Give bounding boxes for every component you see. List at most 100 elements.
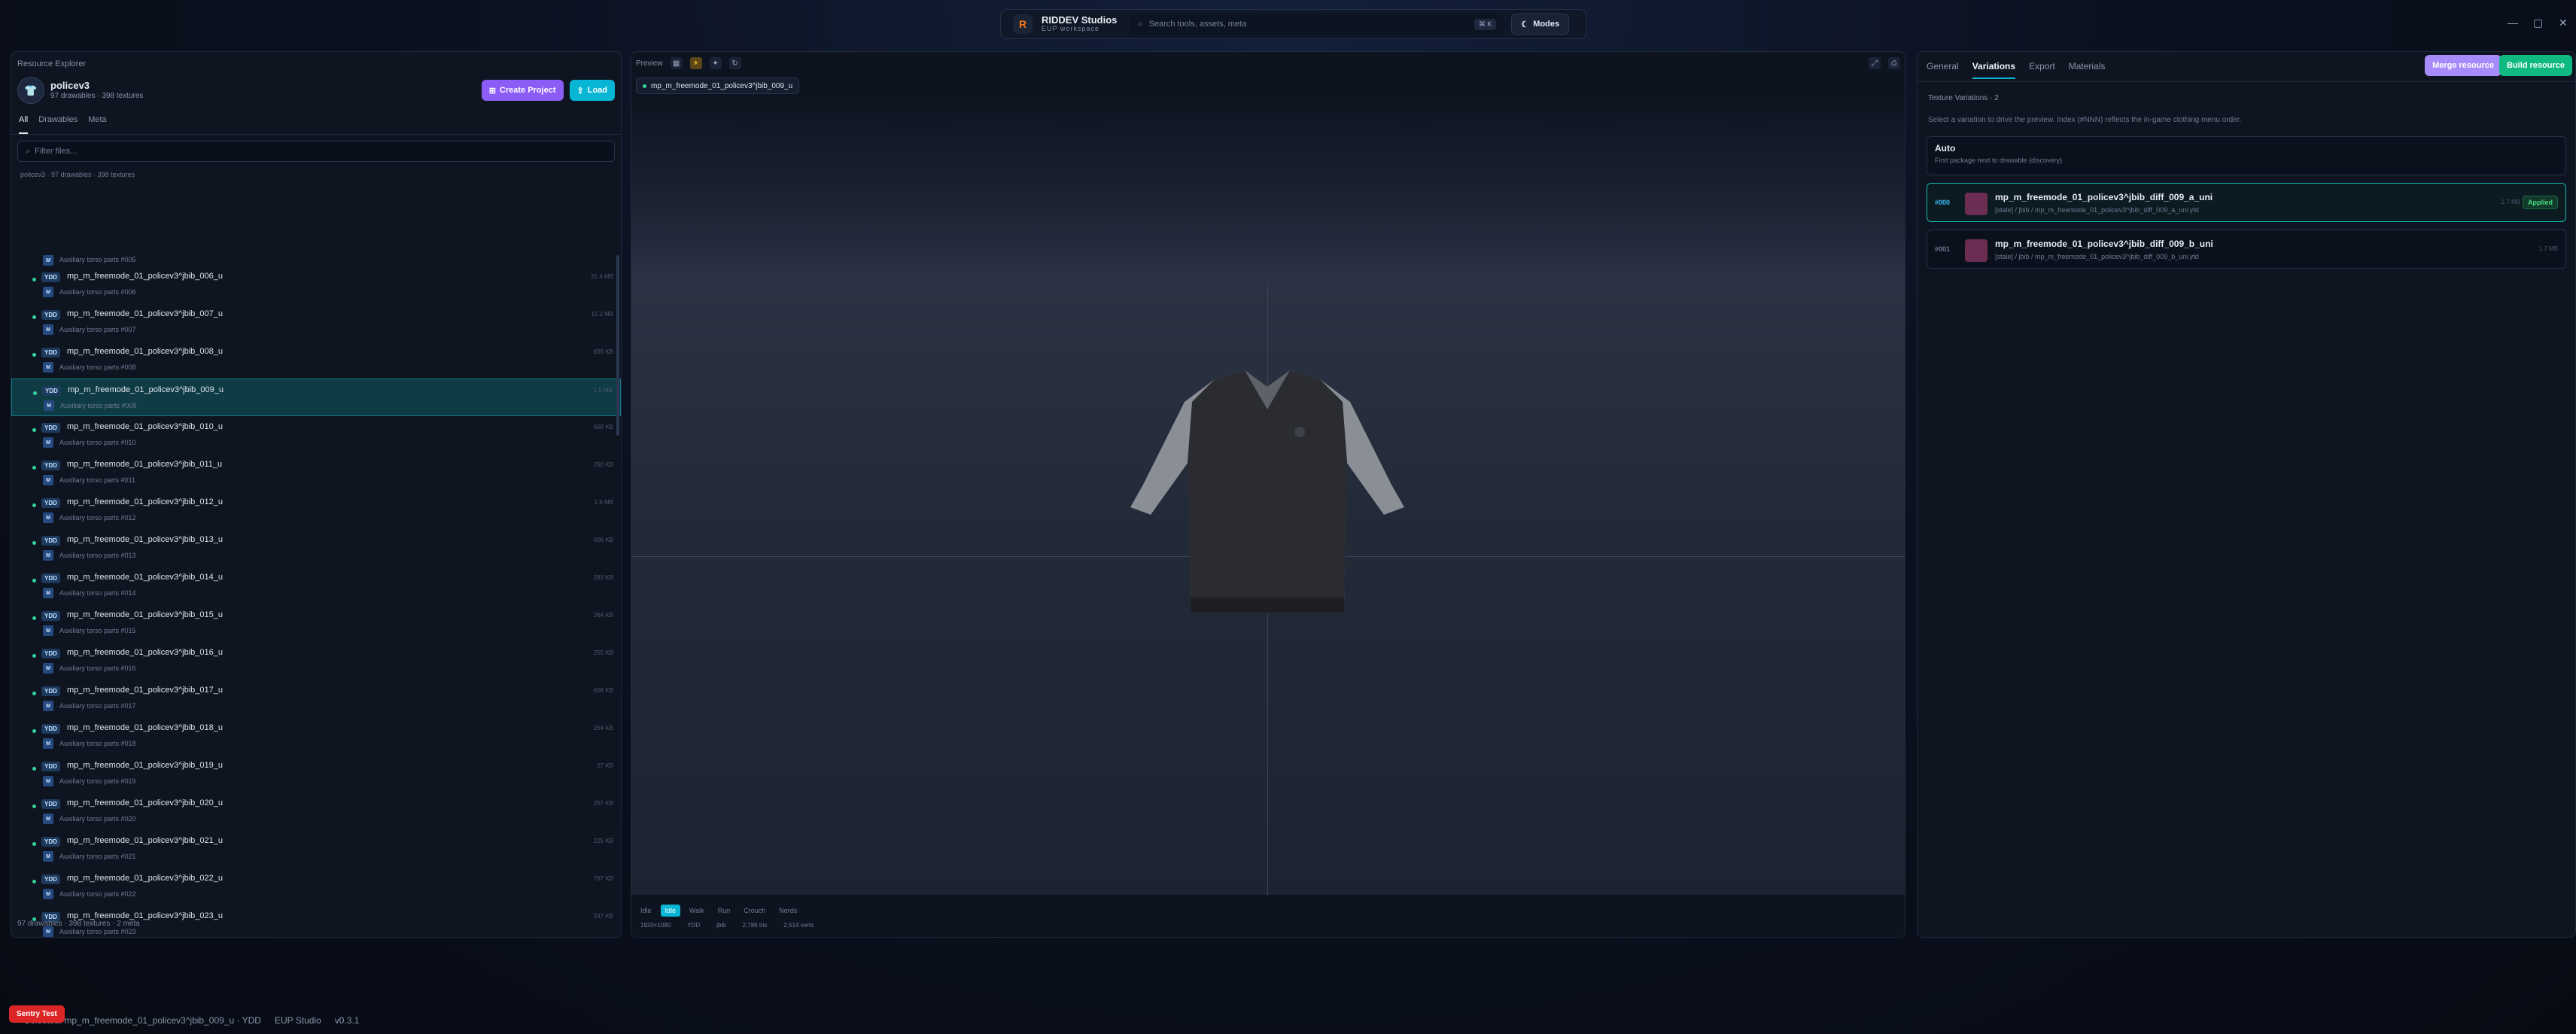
meta-icon: M	[43, 550, 53, 561]
variation-item[interactable]: #001 mp_m_freemode_01_policev3^jbib_diff…	[1927, 230, 2566, 269]
file-size: 1.5 MB	[593, 387, 613, 394]
variation-size: 1.7 MB	[2501, 199, 2520, 205]
fullscreen-icon[interactable]: ⤢	[1869, 57, 1881, 69]
merge-resource-button[interactable]: Merge resource	[2425, 55, 2501, 76]
row-subtitle: Auxiliary torso parts #011	[59, 476, 135, 484]
package-meta: 97 drawables · 398 textures	[50, 91, 144, 100]
row-subtitle: Auxiliary torso parts #016	[59, 664, 136, 672]
screenshot-icon[interactable]: ⎙	[1888, 57, 1900, 69]
minimize-icon[interactable]: —	[2508, 17, 2518, 29]
sentry-test-button[interactable]: Sentry Test	[9, 1005, 65, 1023]
scrollbar[interactable]	[616, 255, 619, 436]
list-item[interactable]: YDD mp_m_freemode_01_policev3^jbib_018_u M…	[11, 717, 621, 755]
file-name: mp_m_freemode_01_policev3^jbib_006_u	[67, 272, 223, 281]
meta-icon: M	[43, 287, 53, 297]
file-name: mp_m_freemode_01_policev3^jbib_015_u	[67, 610, 223, 619]
meta-icon: M	[43, 701, 53, 711]
refresh-icon[interactable]: ↻	[728, 57, 741, 69]
file-size: 15.2 MB	[591, 311, 613, 318]
list-item[interactable]: YDD mp_m_freemode_01_policev3^jbib_019_u M…	[11, 755, 621, 792]
file-name: mp_m_freemode_01_policev3^jbib_011_u	[67, 460, 223, 469]
wand-icon[interactable]: ✦	[709, 57, 722, 69]
tab-general[interactable]: General	[1927, 61, 1959, 71]
tab-all[interactable]: All	[19, 115, 29, 134]
list-item[interactable]: YDD mp_m_freemode_01_policev3^jbib_012_u M…	[11, 491, 621, 529]
meta-icon: M	[43, 255, 53, 266]
tab-materials[interactable]: Materials	[2069, 61, 2106, 71]
status-dot	[32, 466, 36, 470]
file-type-badge: YDD	[41, 799, 60, 809]
build-resource-button[interactable]: Build resource	[2498, 55, 2572, 76]
list-item[interactable]: YDD mp_m_freemode_01_policev3^jbib_016_u M…	[11, 642, 621, 680]
row-subtitle: Auxiliary torso parts #008	[59, 363, 136, 371]
list-item[interactable]: YDD mp_m_freemode_01_policev3^jbib_009_u M…	[11, 379, 621, 416]
stat: jbib	[716, 922, 726, 929]
sun-icon[interactable]: ☀	[689, 57, 702, 69]
list-item[interactable]: YDD mp_m_freemode_01_policev3^jbib_011_u M…	[11, 454, 621, 491]
list-item[interactable]: YDD mp_m_freemode_01_policev3^jbib_021_u M…	[11, 830, 621, 868]
animation-bar: Idle Idle Walk Run Crouch Nerds	[631, 902, 801, 919]
file-name: mp_m_freemode_01_policev3^jbib_012_u	[67, 497, 223, 506]
file-size: 283 KB	[593, 574, 613, 581]
tab-export[interactable]: Export	[2029, 61, 2055, 71]
file-size: 608 KB	[593, 687, 613, 694]
anim-button[interactable]: Walk	[685, 905, 709, 917]
global-search-input[interactable]: ⌕ Search tools, assets, meta ⌘ K	[1130, 14, 1504, 35]
grid-icon[interactable]: ▦	[670, 57, 683, 69]
tab-meta[interactable]: Meta	[88, 115, 106, 134]
variation-item[interactable]: #000 mp_m_freemode_01_policev3^jbib_diff…	[1927, 183, 2566, 222]
anim-button[interactable]: Idle	[636, 905, 656, 917]
stat: 2,514 verts	[783, 922, 814, 929]
tab-drawables[interactable]: Drawables	[38, 115, 78, 134]
create-project-button[interactable]: ⊞ Create Project	[481, 80, 564, 101]
load-button[interactable]: ⇪ Load	[569, 80, 615, 101]
row-subtitle: Auxiliary torso parts #010	[59, 439, 136, 446]
explorer-title: Resource Explorer	[17, 59, 87, 68]
file-name: mp_m_freemode_01_policev3^jbib_013_u	[67, 535, 223, 544]
anim-button-active[interactable]: Idle	[660, 905, 681, 917]
file-size: 609 KB	[593, 424, 613, 430]
file-name: mp_m_freemode_01_policev3^jbib_009_u	[68, 385, 224, 394]
anim-button[interactable]: Run	[713, 905, 735, 917]
list-item[interactable]: YDD mp_m_freemode_01_policev3^jbib_022_u M…	[11, 868, 621, 905]
anim-button[interactable]: Nerds	[774, 905, 801, 917]
file-type-badge: YDD	[41, 837, 60, 847]
variation-path: [stale] / jbib / mp_m_freemode_01_police…	[1995, 253, 2199, 260]
list-item[interactable]: YDD mp_m_freemode_01_policev3^jbib_007_u M…	[11, 303, 621, 341]
modes-button[interactable]: ☾ Modes	[1511, 14, 1570, 35]
meta-icon: M	[43, 362, 53, 373]
filter-input[interactable]: ⌕ Filter files...	[17, 141, 615, 162]
garment-model[interactable]	[1124, 357, 1410, 628]
list-item[interactable]: YDD mp_m_freemode_01_policev3^jbib_014_u M…	[11, 567, 621, 604]
anim-button[interactable]: Crouch	[739, 905, 770, 917]
file-name: mp_m_freemode_01_policev3^jbib_014_u	[67, 573, 223, 582]
auto-title: Auto	[1935, 143, 1956, 154]
list-item[interactable]: YDD mp_m_freemode_01_policev3^jbib_017_u M…	[11, 680, 621, 717]
app-logo-icon: R	[1013, 14, 1033, 34]
maximize-icon[interactable]: ▢	[2533, 17, 2543, 29]
list-item[interactable]: YDD mp_m_freemode_01_policev3^jbib_008_u M…	[11, 341, 621, 379]
list-item[interactable]: YDD mp_m_freemode_01_policev3^jbib_010_u M…	[11, 416, 621, 454]
tab-variations[interactable]: Variations	[1972, 61, 2016, 79]
search-icon: ⌕	[26, 146, 31, 156]
file-type-badge: YDD	[42, 386, 61, 396]
row-subtitle: Auxiliary torso parts #015	[59, 627, 136, 634]
file-size: 290 KB	[593, 461, 613, 468]
file-size: 255 KB	[593, 649, 613, 656]
list-item[interactable]: YDD mp_m_freemode_01_policev3^jbib_015_u M…	[11, 604, 621, 642]
list-item[interactable]: M Auxiliary torso parts #005	[11, 255, 621, 266]
list-item[interactable]: YDD mp_m_freemode_01_policev3^jbib_013_u M…	[11, 529, 621, 567]
file-size: 27 KB	[597, 762, 613, 769]
status-dot	[32, 278, 36, 281]
status-dot	[32, 579, 36, 582]
file-size: 264 KB	[593, 612, 613, 619]
meta-icon: M	[43, 738, 53, 749]
close-icon[interactable]: ✕	[2559, 17, 2568, 29]
package-name: policev3	[50, 79, 90, 91]
list-item[interactable]: YDD mp_m_freemode_01_policev3^jbib_020_u M…	[11, 792, 621, 830]
auto-variation-option[interactable]: Auto First package next to drawable (dis…	[1927, 136, 2566, 175]
list-item[interactable]: YDD mp_m_freemode_01_policev3^jbib_006_u M…	[11, 266, 621, 303]
auto-subtitle: First package next to drawable (discover…	[1935, 157, 2063, 164]
file-type-badge: YDD	[41, 686, 60, 696]
preview-breadcrumb: mp_m_freemode_01_policev3^jbib_009_u	[636, 78, 800, 94]
